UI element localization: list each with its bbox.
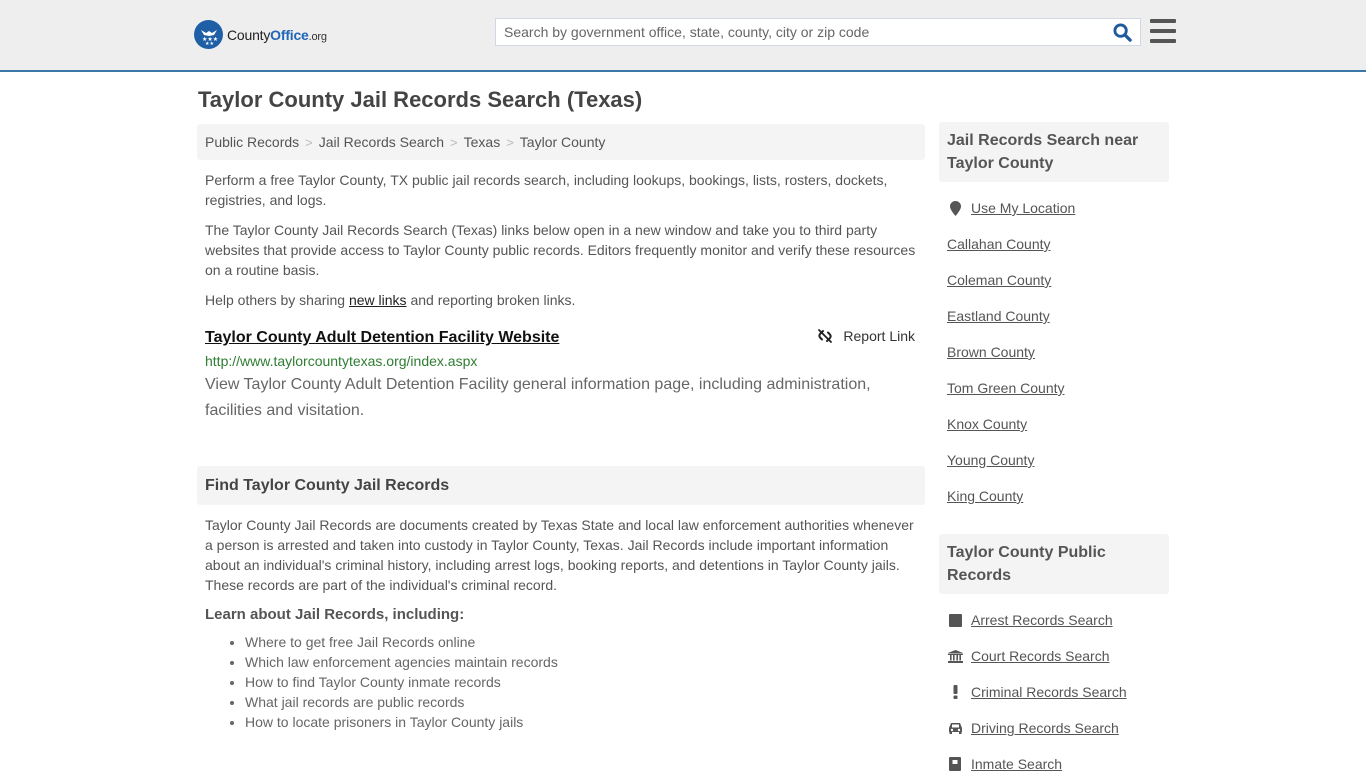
search-icon <box>1112 22 1132 42</box>
sidebar: Jail Records Search near Taylor County U… <box>939 122 1169 782</box>
breadcrumb-public-records[interactable]: Public Records <box>205 134 299 150</box>
public-records-list: Arrest Records Search Court Records Sear… <box>939 602 1169 782</box>
exclamation-icon <box>947 685 963 699</box>
inmate-icon <box>947 757 963 771</box>
use-my-location-link[interactable]: Use My Location <box>971 200 1075 216</box>
main-content: Public Records > Jail Records Search > T… <box>197 124 925 732</box>
hamburger-menu-icon[interactable] <box>1150 19 1176 43</box>
eagle-stars-logo-icon: ★★★ ★★ <box>194 20 223 49</box>
search-button[interactable] <box>1108 19 1136 45</box>
nearby-county-item: Callahan County <box>947 226 1161 262</box>
svg-text:★★: ★★ <box>205 41 214 46</box>
nearby-county-item: Eastland County <box>947 298 1161 334</box>
site-header: ★★★ ★★ CountyOffice.org <box>0 0 1366 72</box>
breadcrumb-taylor-county[interactable]: Taylor County <box>520 134 606 150</box>
nearby-county-list: Use My Location Callahan County Coleman … <box>939 190 1169 514</box>
nearby-county-item: Young County <box>947 442 1161 478</box>
use-my-location-item: Use My Location <box>947 190 1161 226</box>
learn-list-item: Which law enforcement agencies maintain … <box>245 652 925 672</box>
learn-list-item: How to locate prisoners in Taylor County… <box>245 712 925 732</box>
map-marker-icon <box>947 200 963 216</box>
intro-paragraph: The Taylor County Jail Records Search (T… <box>205 222 916 278</box>
nearby-county-link[interactable]: Young County <box>947 452 1034 468</box>
logo-text: CountyOffice.org <box>227 26 327 43</box>
public-record-item: Arrest Records Search <box>947 602 1161 638</box>
resource-title-link[interactable]: Taylor County Adult Detention Facility W… <box>205 328 559 348</box>
nearby-county-item: Coleman County <box>947 262 1161 298</box>
resource-item: Taylor County Adult Detention Facility W… <box>197 328 925 424</box>
nearby-county-link[interactable]: Brown County <box>947 344 1035 360</box>
breadcrumb-jail-records-search[interactable]: Jail Records Search <box>319 134 444 150</box>
nearby-county-link[interactable]: Tom Green County <box>947 380 1065 396</box>
breadcrumb-separator: > <box>450 134 458 150</box>
find-records-body: Taylor County Jail Records are documents… <box>205 517 914 593</box>
breadcrumb-texas[interactable]: Texas <box>464 134 501 150</box>
breadcrumb-separator: > <box>305 134 313 150</box>
report-link-button[interactable]: Report Link <box>817 328 915 344</box>
nearby-county-link[interactable]: Callahan County <box>947 236 1051 252</box>
logo[interactable]: ★★★ ★★ CountyOffice.org <box>194 20 327 49</box>
learn-list: Where to get free Jail Records online Wh… <box>197 632 925 732</box>
nearby-county-item: King County <box>947 478 1161 514</box>
resource-description: View Taylor County Adult Detention Facil… <box>205 376 871 419</box>
learn-list-item: Where to get free Jail Records online <box>245 632 925 652</box>
new-links-link[interactable]: new links <box>349 292 407 308</box>
nearby-county-link[interactable]: Knox County <box>947 416 1027 432</box>
find-records-heading: Find Taylor County Jail Records <box>197 466 925 505</box>
search-bar <box>495 18 1141 46</box>
nearby-county-link[interactable]: King County <box>947 488 1023 504</box>
share-links-paragraph: Help others by sharing new links and rep… <box>205 292 576 308</box>
public-record-item: Inmate Search <box>947 746 1161 782</box>
public-record-item: Criminal Records Search <box>947 674 1161 710</box>
public-records-heading: Taylor County Public Records <box>939 534 1169 594</box>
criminal-records-link[interactable]: Criminal Records Search <box>971 684 1127 700</box>
nearby-county-item: Brown County <box>947 334 1161 370</box>
public-record-item: Court Records Search <box>947 638 1161 674</box>
search-input[interactable] <box>496 19 1108 45</box>
intro-text: Perform a free Taylor County, TX public … <box>197 170 925 310</box>
nearby-heading: Jail Records Search near Taylor County <box>939 122 1169 182</box>
broken-link-icon <box>818 329 833 343</box>
nearby-county-link[interactable]: Eastland County <box>947 308 1050 324</box>
learn-list-item: How to find Taylor County inmate records <box>245 672 925 692</box>
court-records-link[interactable]: Court Records Search <box>971 648 1110 664</box>
public-record-item: Driving Records Search <box>947 710 1161 746</box>
learn-list-item: What jail records are public records <box>245 692 925 712</box>
breadcrumb: Public Records > Jail Records Search > T… <box>197 124 925 160</box>
nearby-county-item: Knox County <box>947 406 1161 442</box>
breadcrumb-separator: > <box>506 134 514 150</box>
inmate-search-link[interactable]: Inmate Search <box>971 756 1062 772</box>
arrest-records-link[interactable]: Arrest Records Search <box>971 612 1113 628</box>
nearby-county-item: Tom Green County <box>947 370 1161 406</box>
intro-paragraph: Perform a free Taylor County, TX public … <box>205 172 888 208</box>
nearby-county-link[interactable]: Coleman County <box>947 272 1051 288</box>
resource-url-link[interactable]: http://www.taylorcountytexas.org/index.a… <box>205 353 917 369</box>
learn-heading: Learn about Jail Records, including: <box>205 606 465 623</box>
page-title: Taylor County Jail Records Search (Texas… <box>198 87 643 112</box>
square-icon <box>947 613 963 627</box>
car-icon <box>947 722 963 734</box>
courthouse-icon <box>947 649 963 663</box>
driving-records-link[interactable]: Driving Records Search <box>971 720 1119 736</box>
